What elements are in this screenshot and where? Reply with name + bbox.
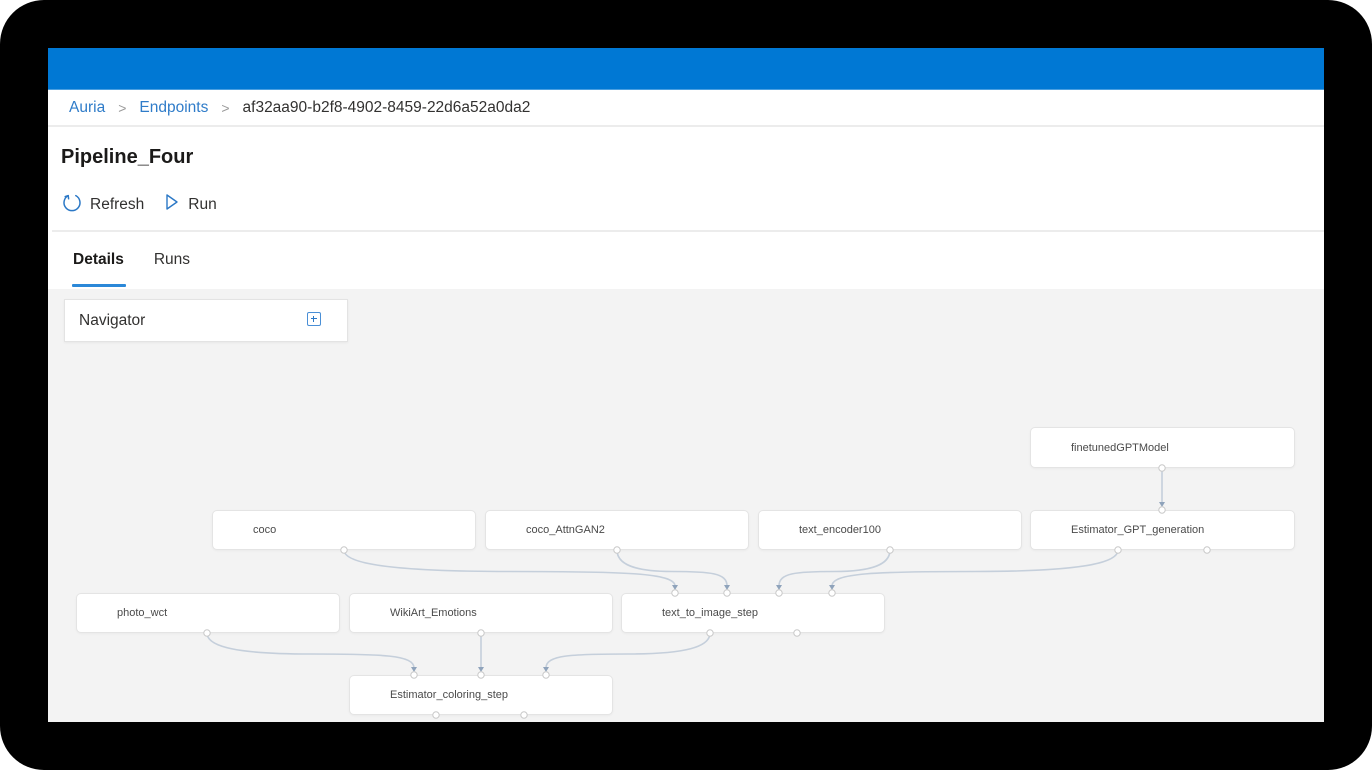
- edge-arrowhead: [1159, 502, 1165, 507]
- tab-details[interactable]: Details: [72, 251, 126, 287]
- edge-text_to_image_step-to-Estimator_coloring_step: [545, 632, 711, 669]
- edge-arrowhead: [724, 585, 730, 590]
- breadcrumb-separator: >: [221, 99, 230, 116]
- edge-arrowhead: [829, 585, 835, 590]
- pipeline-node-estimator-coloring-step[interactable]: Estimator_coloring_step: [349, 675, 613, 715]
- play-icon: [164, 193, 188, 216]
- pipeline-node-text-to-image-step[interactable]: text_to_image_step: [621, 593, 885, 633]
- pipeline-edges-layer: [206, 468, 1165, 672]
- refresh-label: Refresh: [90, 195, 145, 213]
- edge-coco-to-text_to_image_step: [343, 549, 676, 587]
- node-label: Estimator_coloring_step: [390, 689, 509, 701]
- pipeline-node-wikiart-emotions[interactable]: WikiArt_Emotions: [349, 593, 613, 633]
- refresh-button[interactable]: Refresh: [62, 192, 144, 217]
- pipeline-node-coco[interactable]: coco: [212, 510, 476, 550]
- header-divider: [52, 230, 1324, 232]
- node-label: text_to_image_step: [662, 607, 759, 619]
- pipeline-node-photo-wct[interactable]: photo_wct: [76, 593, 340, 633]
- node-label: finetunedGPTModel: [1071, 441, 1169, 454]
- pipeline-node-text-encoder100[interactable]: text_encoder100: [758, 510, 1022, 550]
- pipeline-graph-canvas[interactable]: Navigator finetunedGPTModel coco coco_At…: [48, 289, 1324, 722]
- node-label: text_encoder100: [799, 524, 881, 536]
- node-label: coco: [253, 524, 277, 536]
- edge-arrowhead: [672, 585, 678, 590]
- breadcrumb-auria[interactable]: Auria: [69, 99, 105, 117]
- navigator-panel: Navigator: [64, 299, 348, 342]
- tab-runs[interactable]: Runs: [154, 251, 190, 281]
- breadcrumb: Auria > Endpoints > af32aa90-b2f8-4902-8…: [48, 90, 1324, 127]
- page-title: Pipeline_Four: [61, 146, 194, 168]
- pipeline-node-coco-attngan2[interactable]: coco_AttnGAN2: [485, 510, 749, 550]
- pipeline-node-finetunedGPTModel[interactable]: finetunedGPTModel: [1030, 427, 1295, 468]
- refresh-icon: [62, 192, 90, 217]
- edge-arrowhead: [543, 667, 549, 672]
- navigator-label: Navigator: [79, 311, 146, 329]
- node-label: WikiArt_Emotions: [390, 607, 477, 619]
- edge-photo_wct-to-Estimator_coloring_step: [206, 632, 415, 669]
- plus-square-icon[interactable]: [307, 312, 321, 326]
- edge-arrowhead: [776, 585, 782, 590]
- pipeline-node-estimator-gpt-generation[interactable]: Estimator_GPT_generation: [1030, 510, 1295, 550]
- toolbar: Refresh Run: [62, 192, 237, 217]
- run-button[interactable]: Run: [164, 193, 217, 216]
- breadcrumb-endpoint-id: af32aa90-b2f8-4902-8459-22d6a52a0da2: [242, 98, 531, 116]
- node-label: photo_wct: [117, 607, 168, 619]
- top-header-bar: [48, 48, 1324, 90]
- run-label: Run: [188, 195, 217, 213]
- edge-Estimator_GPT_generation-to-text_to_image_step: [831, 549, 1119, 587]
- node-label: coco_AttnGAN2: [526, 524, 605, 536]
- app-window: Auria > Endpoints > af32aa90-b2f8-4902-8…: [48, 48, 1324, 722]
- tab-bar: Details Runs: [72, 251, 220, 287]
- node-label: Estimator_GPT_generation: [1071, 524, 1205, 536]
- breadcrumb-endpoints[interactable]: Endpoints: [139, 99, 208, 117]
- breadcrumb-separator: >: [118, 99, 127, 116]
- edge-arrowhead: [411, 667, 417, 672]
- edge-arrowhead: [478, 667, 484, 672]
